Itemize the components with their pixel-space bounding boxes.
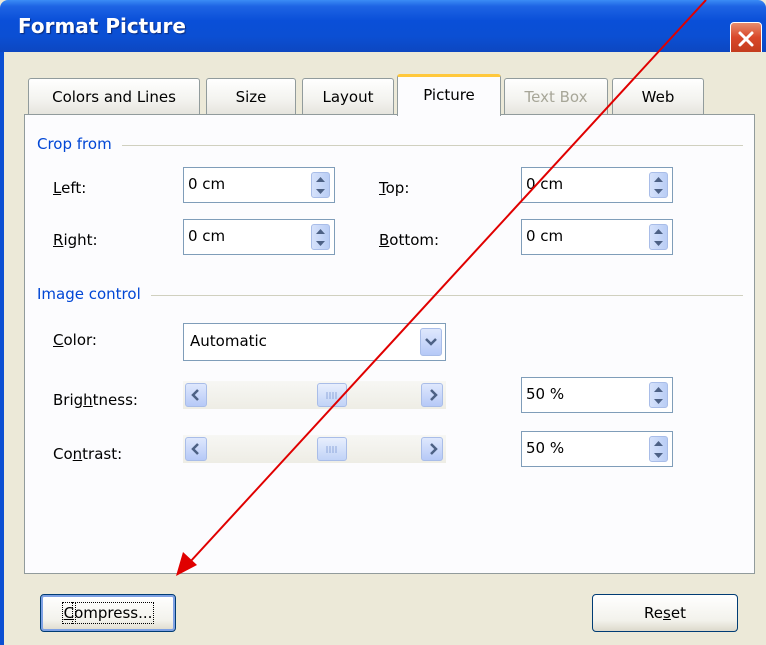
contrast-slider[interactable] xyxy=(183,435,446,463)
brightness-slider-thumb[interactable] xyxy=(317,383,347,407)
tab-colors-and-lines[interactable]: Colors and Lines xyxy=(28,78,200,114)
tab-text-box: Text Box xyxy=(504,78,608,114)
tab-web[interactable]: Web xyxy=(612,78,704,114)
title-bar: Format Picture xyxy=(0,0,766,52)
crop-bottom-label: Bottom: xyxy=(379,231,440,249)
crop-section-divider xyxy=(37,145,743,146)
spin-updown-icon[interactable] xyxy=(649,436,668,462)
spin-updown-icon[interactable] xyxy=(311,172,330,198)
brightness-spinner[interactable]: 50 % xyxy=(521,377,673,413)
spin-updown-icon[interactable] xyxy=(649,382,668,408)
brightness-slider[interactable] xyxy=(183,381,446,409)
color-dropdown[interactable]: Automatic xyxy=(183,323,446,361)
crop-right-spinner[interactable]: 0 cm xyxy=(183,219,335,255)
crop-left-label: Left: xyxy=(53,179,87,197)
crop-top-spinner[interactable]: 0 cm xyxy=(521,167,673,203)
crop-bottom-value[interactable]: 0 cm xyxy=(526,227,563,245)
crop-top-value[interactable]: 0 cm xyxy=(526,175,563,193)
close-button[interactable] xyxy=(730,22,762,56)
reset-button-label: Reset xyxy=(644,604,686,622)
color-label: Color: xyxy=(53,331,97,349)
close-icon xyxy=(738,31,754,47)
contrast-spinner[interactable]: 50 % xyxy=(521,431,673,467)
chevron-left-icon[interactable] xyxy=(185,383,207,407)
window-title: Format Picture xyxy=(18,14,186,38)
contrast-label: Contrast: xyxy=(53,445,123,463)
brightness-label: Brightness: xyxy=(53,391,138,409)
chevron-down-icon[interactable] xyxy=(420,328,442,356)
color-dropdown-value: Automatic xyxy=(190,332,267,350)
chevron-right-icon[interactable] xyxy=(421,437,443,461)
crop-top-label: Top: xyxy=(379,179,410,197)
crop-left-spinner[interactable]: 0 cm xyxy=(183,167,335,203)
compress-button-label: Compress... xyxy=(61,602,155,624)
tab-picture[interactable]: Picture xyxy=(397,74,501,116)
crop-right-value[interactable]: 0 cm xyxy=(188,227,225,245)
brightness-value[interactable]: 50 % xyxy=(526,385,564,403)
spin-updown-icon[interactable] xyxy=(649,172,668,198)
spin-updown-icon[interactable] xyxy=(311,224,330,250)
crop-left-value[interactable]: 0 cm xyxy=(188,175,225,193)
crop-right-label: Right: xyxy=(53,231,98,249)
tab-layout[interactable]: Layout xyxy=(302,78,394,114)
image-control-section-label: Image control xyxy=(37,285,151,303)
contrast-value[interactable]: 50 % xyxy=(526,439,564,457)
crop-bottom-spinner[interactable]: 0 cm xyxy=(521,219,673,255)
chevron-right-icon[interactable] xyxy=(421,383,443,407)
chevron-left-icon[interactable] xyxy=(185,437,207,461)
tab-size[interactable]: Size xyxy=(206,78,296,114)
compress-button[interactable]: Compress... xyxy=(40,594,176,632)
crop-section-label: Crop from xyxy=(37,135,122,153)
spin-updown-icon[interactable] xyxy=(649,224,668,250)
contrast-slider-thumb[interactable] xyxy=(317,437,347,461)
reset-button[interactable]: Reset xyxy=(592,594,738,632)
